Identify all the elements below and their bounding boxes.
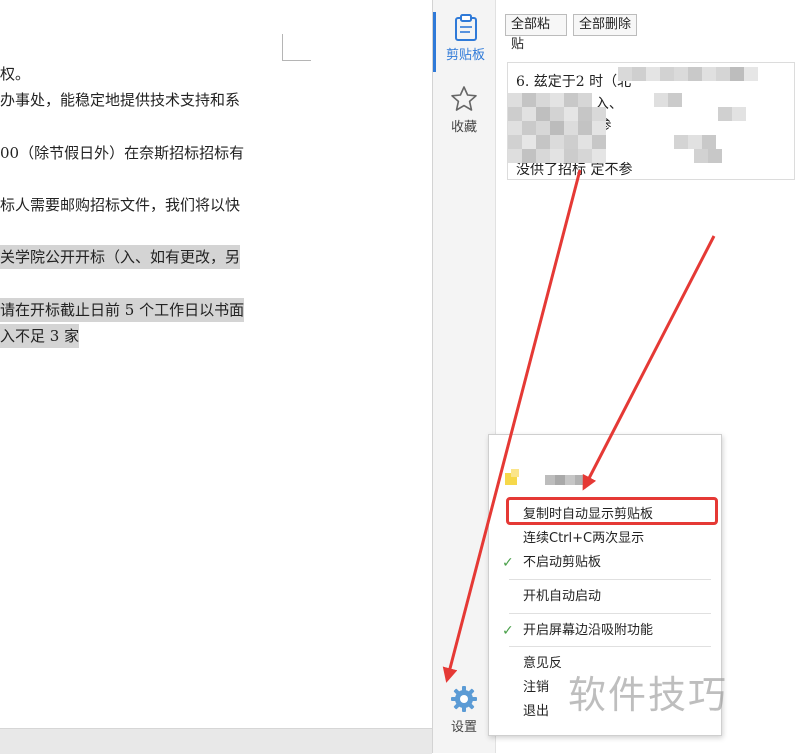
menu-item-label: 开机自动启动: [523, 589, 602, 604]
status-bar: [0, 728, 432, 754]
gear-icon: [451, 686, 477, 712]
clipboard-icon: [454, 14, 477, 41]
tab-clipboard[interactable]: 剪贴板: [433, 12, 495, 72]
menu-user-header: [497, 451, 597, 485]
tab-favorites[interactable]: 收藏: [433, 84, 495, 140]
menu-separator: [509, 646, 711, 647]
clipboard-item[interactable]: 6. 兹定于2 时（北 京 院公开开 入、 网知）。届 请参 出席开标会 没供了…: [507, 62, 795, 180]
menu-item-label: 连续Ctrl+C两次显示: [523, 531, 645, 546]
settings-button[interactable]: 设置: [433, 684, 495, 742]
delete-all-button[interactable]: 全部删除: [573, 14, 637, 36]
doc-line-highlighted: 关学院公开开标（入、如有更改，另: [0, 245, 241, 269]
check-icon: ✓: [502, 623, 514, 639]
check-icon: ✓: [502, 555, 514, 571]
clipboard-sidebar: 剪贴板 收藏 设置: [433, 0, 496, 753]
menu-separator: [509, 579, 711, 580]
menu-item-label: 注销: [523, 680, 550, 695]
star-icon: [451, 86, 477, 111]
tab-clipboard-label: 剪贴板: [445, 48, 485, 63]
menu-item-label: 开启屏幕边沿吸附功能: [523, 623, 654, 638]
menu-item-autostart[interactable]: 开机自动启动: [489, 586, 721, 608]
menu-item-label: 不启动剪贴板: [523, 555, 602, 570]
document-area: 权。 办事处，能稳定地提供技术支持和系 00（除节假日外）在奈斯招标招标有 标人…: [0, 0, 432, 728]
doc-line: 标人需要邮购招标文件，我们将以快: [0, 196, 241, 214]
annotation-highlight-box: [506, 497, 718, 525]
menu-item-label: 退出: [523, 704, 550, 719]
doc-line-highlighted: 入不足 3 家: [0, 324, 80, 348]
menu-item-edge-snap[interactable]: ✓ 开启屏幕边沿吸附功能: [489, 620, 721, 642]
settings-label: 设置: [450, 720, 477, 735]
menu-item-label: 意见反: [523, 656, 563, 671]
doc-line: 办事处，能稳定地提供技术支持和系: [0, 91, 241, 109]
doc-line-highlighted: 请在开标截止日前 5 个工作日以书面: [0, 298, 245, 322]
tab-favorites-label: 收藏: [450, 120, 477, 135]
doc-line: 权。: [0, 65, 31, 83]
page-corner-mark: [282, 34, 311, 61]
menu-separator: [509, 613, 711, 614]
doc-line: 00（除节假日外）在奈斯招标招标有: [0, 144, 245, 162]
menu-item-double-copy[interactable]: 连续Ctrl+C两次显示: [489, 528, 721, 550]
user-avatar-icon: [505, 469, 585, 485]
menu-item-disable-clipboard[interactable]: ✓ 不启动剪贴板: [489, 552, 721, 574]
watermark: 软件技巧: [568, 673, 729, 717]
paste-all-button[interactable]: 全部粘贴: [505, 14, 567, 52]
